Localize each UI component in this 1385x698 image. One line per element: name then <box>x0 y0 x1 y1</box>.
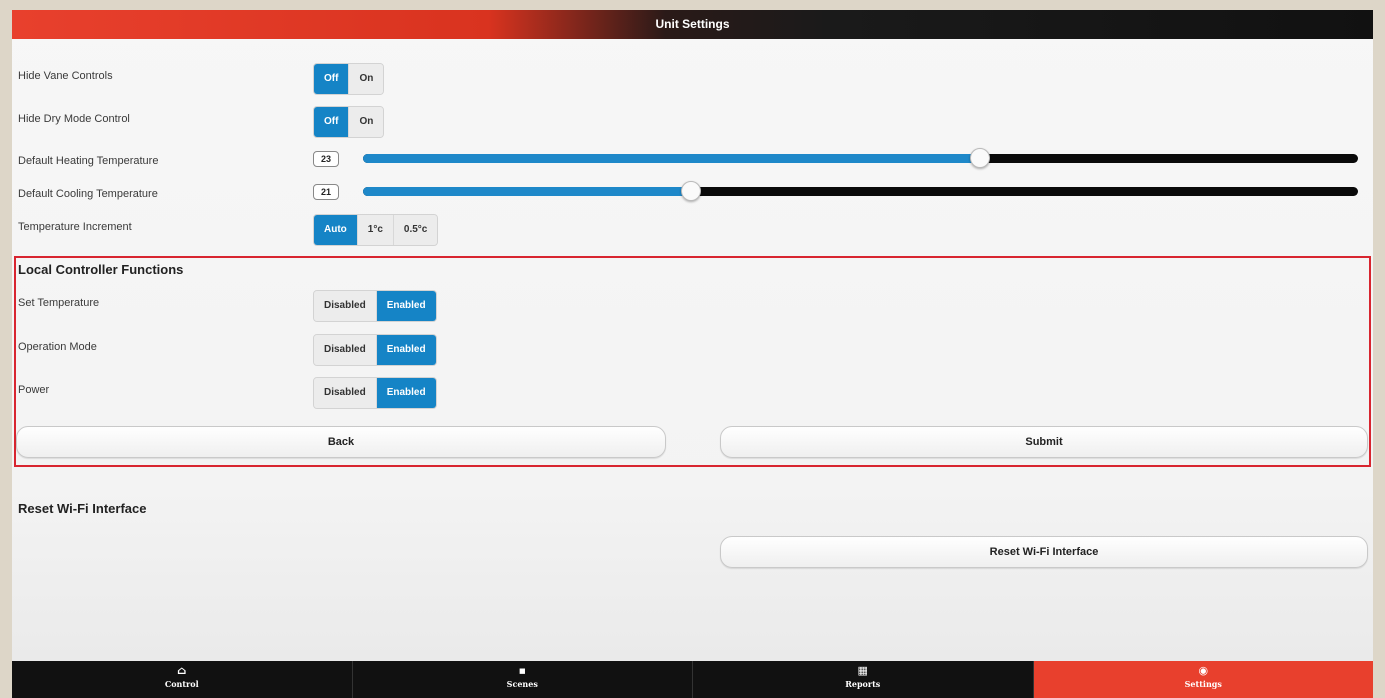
hide-vane-label: Hide Vane Controls <box>18 70 113 82</box>
nav-control[interactable]: ⌂ Control <box>12 661 353 698</box>
nav-settings[interactable]: ◉ Settings <box>1033 661 1373 698</box>
set-temperature-toggle[interactable]: Disabled Enabled <box>313 290 437 322</box>
grid-icon: ▦ <box>857 664 868 677</box>
nav-scenes[interactable]: ■ Scenes <box>353 661 693 698</box>
heating-slider-fill <box>363 154 980 163</box>
settings-icon: ◉ <box>1198 664 1209 677</box>
nav-reports[interactable]: ▦ Reports <box>693 661 1034 698</box>
increment-auto-option[interactable]: Auto <box>314 215 358 245</box>
increment-half-c-option[interactable]: 0.5°c <box>393 215 438 245</box>
local-controller-title: Local Controller Functions <box>18 262 184 277</box>
reset-wifi-title: Reset Wi-Fi Interface <box>18 501 147 516</box>
back-button[interactable]: Back <box>16 426 666 458</box>
video-icon: ■ <box>518 666 526 675</box>
cooling-slider-thumb[interactable] <box>681 181 701 201</box>
increment-1c-option[interactable]: 1°c <box>357 215 394 245</box>
cooling-slider[interactable] <box>363 181 1358 201</box>
power-enabled-option[interactable]: Enabled <box>376 378 436 408</box>
increment-label: Temperature Increment <box>18 221 132 233</box>
increment-toggle[interactable]: Auto 1°c 0.5°c <box>313 214 439 246</box>
operation-mode-toggle[interactable]: Disabled Enabled <box>313 334 437 366</box>
set-temperature-enabled-option[interactable]: Enabled <box>376 291 436 321</box>
cooling-value-box[interactable]: 21 <box>313 184 339 200</box>
reset-wifi-button[interactable]: Reset Wi-Fi Interface <box>720 536 1368 568</box>
page-title: Unit Settings <box>655 17 730 31</box>
operation-mode-enabled-option[interactable]: Enabled <box>376 335 436 365</box>
hide-dry-label: Hide Dry Mode Control <box>18 113 130 125</box>
cooling-label: Default Cooling Temperature <box>18 188 158 200</box>
app-window: Unit Settings Hide Vane Controls Off On … <box>12 10 1373 698</box>
bottom-nav: ⌂ Control ■ Scenes ▦ Reports ◉ Settings <box>12 661 1373 698</box>
heating-slider[interactable] <box>363 148 1358 168</box>
hide-dry-toggle[interactable]: Off On <box>313 106 385 138</box>
power-toggle[interactable]: Disabled Enabled <box>313 377 437 409</box>
home-icon: ⌂ <box>177 664 187 677</box>
hide-dry-on-option[interactable]: On <box>349 107 384 137</box>
operation-mode-label: Operation Mode <box>18 341 97 353</box>
nav-scenes-label: Scenes <box>506 679 538 689</box>
nav-settings-label: Settings <box>1184 679 1222 689</box>
nav-control-label: Control <box>164 679 199 689</box>
title-bar: Unit Settings <box>12 10 1373 39</box>
submit-button[interactable]: Submit <box>720 426 1368 458</box>
heating-label: Default Heating Temperature <box>18 155 159 167</box>
cooling-slider-fill <box>363 187 691 196</box>
hide-vane-toggle[interactable]: Off On <box>313 63 385 95</box>
power-label: Power <box>18 384 50 396</box>
heating-slider-thumb[interactable] <box>970 148 990 168</box>
heating-value-box[interactable]: 23 <box>313 151 339 167</box>
power-disabled-option[interactable]: Disabled <box>314 378 377 408</box>
operation-mode-disabled-option[interactable]: Disabled <box>314 335 377 365</box>
hide-dry-off-option[interactable]: Off <box>314 107 350 137</box>
hide-vane-on-option[interactable]: On <box>349 64 384 94</box>
set-temperature-disabled-option[interactable]: Disabled <box>314 291 377 321</box>
set-temperature-label: Set Temperature <box>18 297 100 309</box>
hide-vane-off-option[interactable]: Off <box>314 64 350 94</box>
nav-reports-label: Reports <box>845 679 881 689</box>
